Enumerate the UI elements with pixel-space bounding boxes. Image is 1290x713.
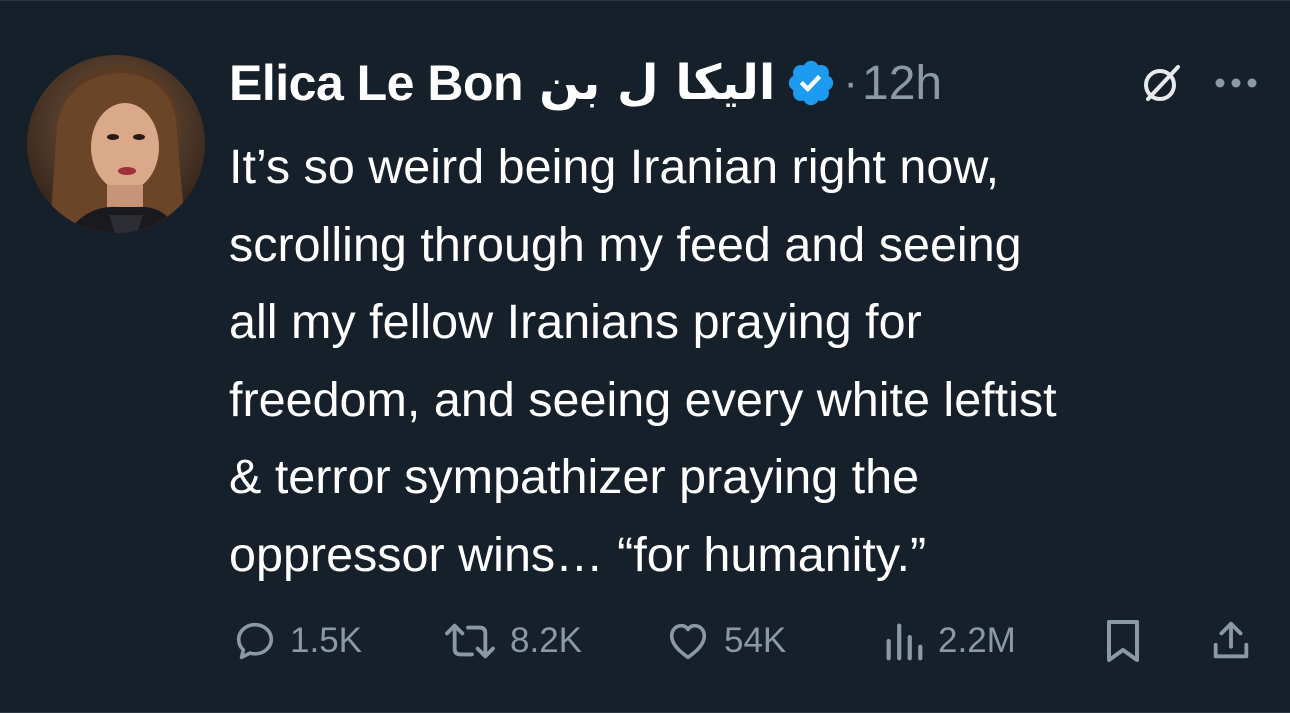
tweet-text-line: oppressor wins… “for humanity.”	[229, 527, 927, 582]
action-bar: 1.5K 8.2K 54K 2.2M	[0, 611, 1290, 671]
views-count: 2.2M	[938, 621, 1016, 660]
share-button[interactable]	[1208, 611, 1254, 671]
like-button[interactable]: 54K	[664, 611, 786, 671]
bookmark-icon	[1107, 620, 1139, 662]
separator-dot: ·	[843, 58, 859, 107]
repost-icon	[445, 623, 495, 659]
like-icon	[669, 623, 707, 660]
reply-button[interactable]: 1.5K	[232, 611, 362, 671]
avatar[interactable]	[27, 55, 205, 233]
display-name-arabic[interactable]: الیکا ل بن	[539, 55, 775, 111]
grok-icon[interactable]	[1138, 59, 1186, 107]
tweet-text-line: freedom, and seeing every white leftist	[229, 372, 1057, 427]
tweet-header: Elica Le Bon الیکا ل بن · 12h	[229, 53, 942, 113]
tweet-text-line: & terror sympathizer praying the	[229, 450, 920, 504]
repost-button[interactable]: 8.2K	[442, 611, 582, 671]
reply-icon	[236, 622, 274, 660]
tweet-text-line: It’s so weird being Iranian right now,	[229, 140, 1000, 194]
tweet-text-line: scrolling through my feed and seeing	[229, 217, 1022, 272]
display-name[interactable]: Elica Le Bon	[229, 54, 524, 112]
reply-count: 1.5K	[290, 621, 362, 660]
share-icon	[1213, 621, 1249, 659]
verified-badge-icon[interactable]	[785, 57, 837, 109]
views-icon	[886, 623, 923, 661]
bookmark-button[interactable]	[1102, 611, 1144, 671]
more-icon[interactable]	[1210, 59, 1262, 107]
tweet-card[interactable]: Elica Le Bon الیکا ل بن · 12h It’s so we…	[0, 0, 1290, 713]
timestamp[interactable]: 12h	[862, 56, 942, 111]
like-count: 54K	[724, 621, 787, 660]
tweet-text: It’s so weird being Iranian right now, s…	[229, 129, 1279, 594]
repost-count: 8.2K	[510, 621, 582, 660]
tweet-text-line: all my fellow Iranians praying for	[229, 295, 922, 349]
views-button[interactable]: 2.2M	[882, 611, 1016, 671]
